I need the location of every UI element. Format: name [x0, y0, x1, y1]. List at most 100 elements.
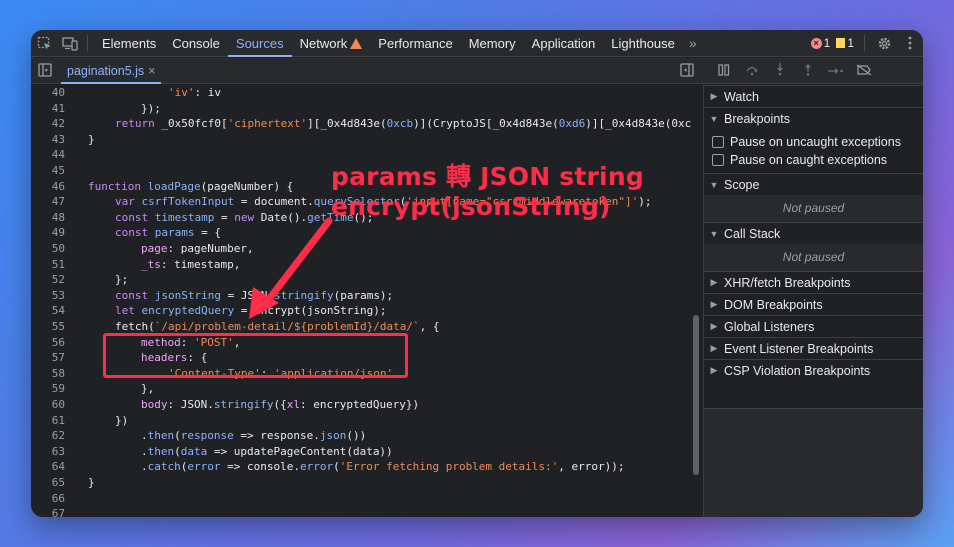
line-number: 51	[51, 257, 65, 271]
code-token: 'ciphertext'	[227, 117, 308, 131]
code-token: body	[141, 398, 168, 411]
code-token: };	[115, 273, 129, 287]
expand-arrow-icon: ▶	[710, 321, 718, 331]
pause-uncaught-checkbox[interactable]	[712, 136, 724, 148]
code-token: = {	[194, 226, 221, 240]
tab-performance[interactable]: Performance	[370, 30, 460, 57]
tab-network[interactable]: Network	[292, 30, 371, 57]
code-line: 51 _ts: timestamp,	[31, 257, 691, 273]
code-token: error	[299, 460, 334, 474]
error-icon: ×	[810, 37, 822, 49]
code-token: 0xd6	[558, 117, 586, 131]
warning-icon	[350, 37, 363, 49]
section-event-listener-breakpoints[interactable]: ▶ Event Listener Breakpoints	[704, 337, 923, 359]
code-line: 52};	[31, 272, 691, 288]
line-number: 60	[51, 398, 65, 411]
settings-gear-icon[interactable]	[871, 30, 897, 57]
code-line: 42 return _0x50fcf0['ciphertext'][_0x4d84…	[31, 116, 692, 132]
device-toolbar-icon[interactable]	[57, 30, 83, 57]
deactivate-breakpoints-icon[interactable]	[850, 64, 878, 79]
section-breakpoints-label: Breakpoints	[724, 111, 791, 126]
code-line: 59},	[31, 381, 691, 397]
pause-uncaught-checkbox-row[interactable]: Pause on uncaught exceptions	[712, 133, 901, 151]
warning-count-badge[interactable]: 1	[836, 36, 854, 50]
code-token: => response.	[233, 429, 320, 443]
code-token: }	[88, 476, 95, 489]
collapse-arrow-icon: ▼	[709, 228, 719, 239]
code-token: => updatePageContent(data))	[207, 444, 393, 458]
tab-application[interactable]: Application	[524, 30, 604, 57]
section-csp-breakpoints[interactable]: ▶ CSP Violation Breakpoints	[704, 359, 923, 381]
step-icon[interactable]	[822, 64, 850, 79]
section-global-listeners[interactable]: ▶ Global Listeners	[704, 315, 923, 337]
line-number: 42	[51, 117, 65, 131]
section-scope[interactable]: ▼ Scope	[704, 173, 923, 195]
code-line: 54 let encryptedQuery = encrypt(jsonStrin…	[31, 303, 691, 319]
error-count-badge[interactable]: × 1	[810, 36, 831, 50]
section-call-stack[interactable]: ▼ Call Stack	[704, 222, 923, 244]
code-token: : timestamp,	[160, 257, 241, 271]
line-number: 44	[51, 148, 65, 162]
line-number: 46	[51, 179, 65, 193]
section-watch[interactable]: ▶ Watch	[704, 85, 923, 107]
error-count: 1	[823, 36, 831, 50]
pause-caught-checkbox-row[interactable]: Pause on caught exceptions	[712, 151, 887, 169]
line-number: 67	[51, 507, 65, 517]
section-global-label: Global Listeners	[724, 319, 815, 334]
file-tab-pagination5[interactable]: pagination5.js ×	[61, 58, 162, 84]
close-tab-icon[interactable]: ×	[148, 64, 155, 78]
tab-elements[interactable]: Elements	[94, 30, 164, 57]
devtools-window: Elements Console Sources Network Perform…	[31, 30, 923, 517]
code-token: , error));	[558, 460, 625, 474]
code-token: ())	[346, 429, 367, 443]
step-over-icon[interactable]	[738, 64, 766, 79]
toggle-debugger-icon[interactable]	[679, 63, 695, 79]
code-token: }	[88, 132, 95, 146]
code-line: 62 .then(response => response.json())	[31, 428, 691, 444]
annotation-line-2: encrypt(jsonString)	[331, 192, 611, 221]
more-tabs-icon[interactable]: »	[683, 35, 703, 51]
section-breakpoints[interactable]: ▼ Breakpoints	[704, 107, 923, 129]
code-token: .	[141, 444, 148, 458]
code-editor[interactable]: 40 'iv': iv 41}); 42 return _0x50fcf0['cip…	[31, 85, 703, 517]
tab-console[interactable]: Console	[164, 30, 228, 57]
pause-icon[interactable]	[710, 63, 738, 79]
code-token: : JSON.	[167, 398, 214, 411]
line-number: 58	[51, 366, 65, 380]
section-dom-label: DOM Breakpoints	[724, 297, 823, 312]
line-number: 55	[51, 320, 65, 333]
inspect-element-icon[interactable]	[31, 30, 57, 57]
editor-scrollbar[interactable]	[693, 315, 699, 475]
tab-sources[interactable]: Sources	[227, 30, 292, 57]
kebab-menu-icon[interactable]	[897, 30, 923, 57]
tab-lighthouse[interactable]: Lighthouse	[603, 30, 683, 57]
expand-arrow-icon: ▶	[710, 277, 718, 287]
code-token: response	[180, 429, 234, 443]
code-token: 0xcb	[386, 117, 414, 131]
pause-caught-label: Pause on caught exceptions	[730, 153, 888, 167]
code-token: timestamp	[154, 210, 215, 224]
section-xhr-breakpoints[interactable]: ▶ XHR/fetch Breakpoints	[704, 271, 923, 293]
code-token: csrfTokenInput	[141, 195, 235, 209]
code-line: 40 'iv': iv	[31, 85, 691, 101]
code-token: .	[141, 429, 148, 443]
section-csp-label: CSP Violation Breakpoints	[724, 363, 871, 378]
code-token: (pageNumber) {	[200, 179, 294, 193]
line-number: 63	[51, 444, 65, 458]
code-token: });	[141, 101, 161, 115]
code-token: return	[115, 117, 155, 131]
section-dom-breakpoints[interactable]: ▶ DOM Breakpoints	[704, 293, 923, 315]
line-number: 43	[51, 132, 65, 146]
code-token: const	[115, 288, 149, 302]
line-number: 56	[51, 335, 65, 349]
tab-memory[interactable]: Memory	[461, 30, 524, 57]
pause-uncaught-label: Pause on uncaught exceptions	[730, 135, 901, 149]
toggle-navigator-icon[interactable]	[37, 63, 53, 79]
pause-caught-checkbox[interactable]	[712, 154, 724, 166]
step-out-icon[interactable]	[794, 63, 822, 79]
section-event-label: Event Listener Breakpoints	[724, 341, 874, 356]
step-into-icon[interactable]	[766, 63, 794, 79]
toolbar-divider-right	[864, 35, 865, 51]
section-watch-label: Watch	[724, 89, 759, 104]
code-token: const	[115, 210, 149, 224]
